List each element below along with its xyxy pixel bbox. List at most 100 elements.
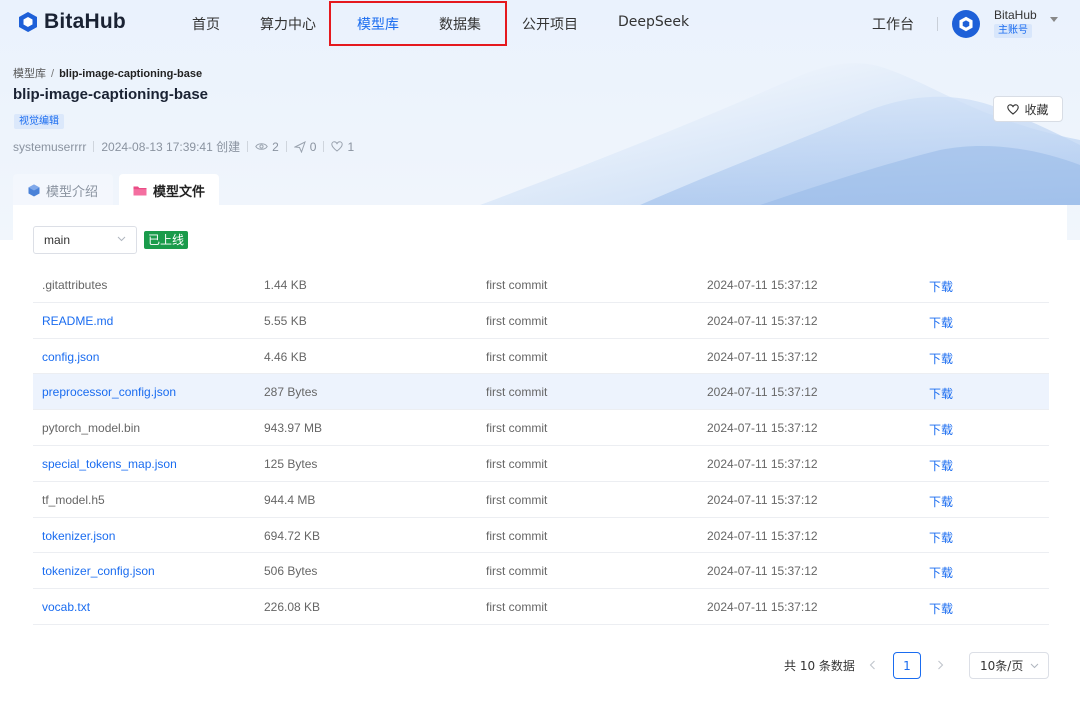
user-avatar-icon: [959, 16, 973, 32]
branch-select[interactable]: main: [33, 226, 137, 254]
commit-time: 2024-07-11 15:37:12: [707, 456, 818, 471]
nav-divider: [937, 17, 938, 31]
table-row[interactable]: pytorch_model.bin 943.97 MB first commit 20…: [33, 410, 1049, 446]
pagination-next[interactable]: [932, 655, 948, 675]
table-row[interactable]: README.md 5.55 KB first commit 2024-07-11 1…: [33, 303, 1049, 339]
bitahub-logo-icon: [19, 12, 37, 32]
heart-icon: [331, 141, 344, 152]
category-tag[interactable]: 视觉编辑: [14, 114, 64, 129]
file-name[interactable]: config.json: [42, 350, 99, 364]
file-name[interactable]: .gitattributes: [42, 278, 107, 292]
send-icon: [293, 140, 306, 153]
like-count: 1: [347, 139, 355, 154]
file-name[interactable]: pytorch_model.bin: [42, 421, 140, 435]
user-name[interactable]: BitaHub: [994, 8, 1037, 22]
file-table: .gitattributes 1.44 KB first commit 2024-07…: [33, 267, 1049, 625]
commit-message: first commit: [486, 528, 548, 543]
download-link[interactable]: 下载: [929, 529, 953, 546]
nav-home[interactable]: 首页: [192, 14, 220, 34]
favorite-button[interactable]: 收藏: [993, 96, 1063, 122]
breadcrumb-model-library[interactable]: 模型库: [13, 68, 46, 80]
download-link[interactable]: 下载: [929, 278, 953, 295]
pagination-total: 共 10 条数据: [784, 659, 855, 673]
file-size: 5.55 KB: [264, 313, 307, 328]
download-link[interactable]: 下载: [929, 421, 953, 438]
commit-time: 2024-07-11 15:37:12: [707, 421, 818, 436]
commit-message: first commit: [486, 421, 548, 436]
tab-model-files[interactable]: 模型文件: [119, 174, 219, 206]
highlight-box: [329, 1, 507, 46]
commit-message: first commit: [486, 349, 548, 364]
user-role-badge: 主账号: [994, 24, 1032, 38]
page-size-select[interactable]: 10条/页: [969, 652, 1049, 679]
file-size: 125 Bytes: [264, 456, 318, 471]
model-meta: systemuserrrr 2024-08-13 17:39:41 创建 2 0…: [13, 138, 354, 155]
nav-workbench[interactable]: 工作台: [872, 14, 914, 34]
eye-icon: [255, 142, 268, 151]
folder-icon: [133, 186, 147, 195]
commit-message: first commit: [486, 313, 548, 328]
download-link[interactable]: 下载: [929, 314, 953, 331]
commit-time: 2024-07-11 15:37:12: [707, 600, 818, 615]
tab-model-intro-label: 模型介绍: [45, 184, 98, 200]
download-link[interactable]: 下载: [929, 493, 953, 510]
table-row[interactable]: preprocessor_config.json 287 Bytes first c…: [33, 374, 1049, 411]
commit-time: 2024-07-11 15:37:12: [707, 278, 818, 292]
file-size: 694.72 KB: [264, 528, 321, 543]
breadcrumb: 模型库 / blip-image-captioning-base: [13, 68, 203, 80]
tab-model-intro[interactable]: 模型介绍: [13, 174, 113, 206]
download-link[interactable]: 下载: [929, 564, 953, 581]
table-row[interactable]: special_tokens_map.json 125 Bytes first co…: [33, 446, 1049, 482]
nav-deepseek[interactable]: DeepSeek: [618, 14, 689, 30]
file-size: 943.97 MB: [264, 421, 323, 436]
commit-message: first commit: [486, 278, 548, 292]
pagination-page[interactable]: 1: [893, 652, 921, 679]
file-size: 226.08 KB: [264, 600, 321, 615]
table-row[interactable]: tf_model.h5 944.4 MB first commit 2024-07-1…: [33, 482, 1049, 518]
file-name[interactable]: tokenizer_config.json: [42, 564, 155, 578]
download-link[interactable]: 下载: [929, 457, 953, 474]
pagination-prev[interactable]: [864, 655, 880, 675]
file-size: 4.46 KB: [264, 349, 307, 364]
status-badge: 已上线: [144, 231, 189, 249]
page-title: blip-image-captioning-base: [13, 86, 209, 103]
favorite-label: 收藏: [1024, 102, 1049, 117]
commit-time: 2024-07-11 15:37:12: [707, 492, 818, 507]
commit-time: 2024-07-11 15:37:12: [707, 349, 818, 364]
brand-logo[interactable]: BitaHub: [18, 10, 126, 34]
commit-message: first commit: [486, 600, 548, 615]
file-name[interactable]: special_tokens_map.json: [42, 457, 177, 471]
nav-public-projects[interactable]: 公开项目: [522, 14, 578, 34]
file-name[interactable]: vocab.txt: [42, 600, 90, 614]
table-row[interactable]: tokenizer.json 694.72 KB first commit 2024-…: [33, 518, 1049, 554]
caret-down-icon[interactable]: [1050, 17, 1058, 22]
commit-time: 2024-07-11 15:37:12: [707, 385, 818, 400]
download-link[interactable]: 下载: [929, 600, 953, 617]
author-name: systemuserrrr: [13, 139, 87, 154]
chevron-right-icon: [937, 660, 943, 670]
heart-icon: [1007, 103, 1020, 115]
table-row[interactable]: config.json 4.46 KB first commit 2024-07-11…: [33, 339, 1049, 375]
download-link[interactable]: 下载: [929, 350, 953, 367]
avatar[interactable]: [952, 10, 980, 38]
commit-time: 2024-07-11 15:37:12: [707, 313, 818, 328]
file-size: 506 Bytes: [264, 564, 318, 579]
file-name[interactable]: tokenizer.json: [42, 529, 115, 543]
created-time: 2024-08-13 17:39:41 创建: [101, 140, 241, 154]
nav-compute-center[interactable]: 算力中心: [260, 14, 316, 34]
table-row[interactable]: vocab.txt 226.08 KB first commit 2024-07-11…: [33, 589, 1049, 625]
file-name[interactable]: README.md: [42, 314, 113, 328]
chevron-down-icon: [117, 236, 126, 242]
chevron-down-icon: [1030, 663, 1039, 669]
top-navigation: BitaHub 首页 算力中心 模型库 数据集 公开项目 DeepSeek 工作…: [0, 0, 1080, 48]
download-link[interactable]: 下载: [929, 385, 953, 402]
file-size: 287 Bytes: [264, 385, 318, 400]
commit-message: first commit: [486, 492, 548, 507]
file-name[interactable]: tf_model.h5: [42, 493, 105, 507]
breadcrumb-current: blip-image-captioning-base: [59, 68, 203, 80]
table-row[interactable]: tokenizer_config.json 506 Bytes first comm…: [33, 553, 1049, 590]
cube-icon: [28, 184, 40, 196]
commit-time: 2024-07-11 15:37:12: [707, 528, 818, 543]
file-name[interactable]: preprocessor_config.json: [42, 385, 176, 399]
table-row[interactable]: .gitattributes 1.44 KB first commit 2024-07…: [33, 267, 1049, 303]
